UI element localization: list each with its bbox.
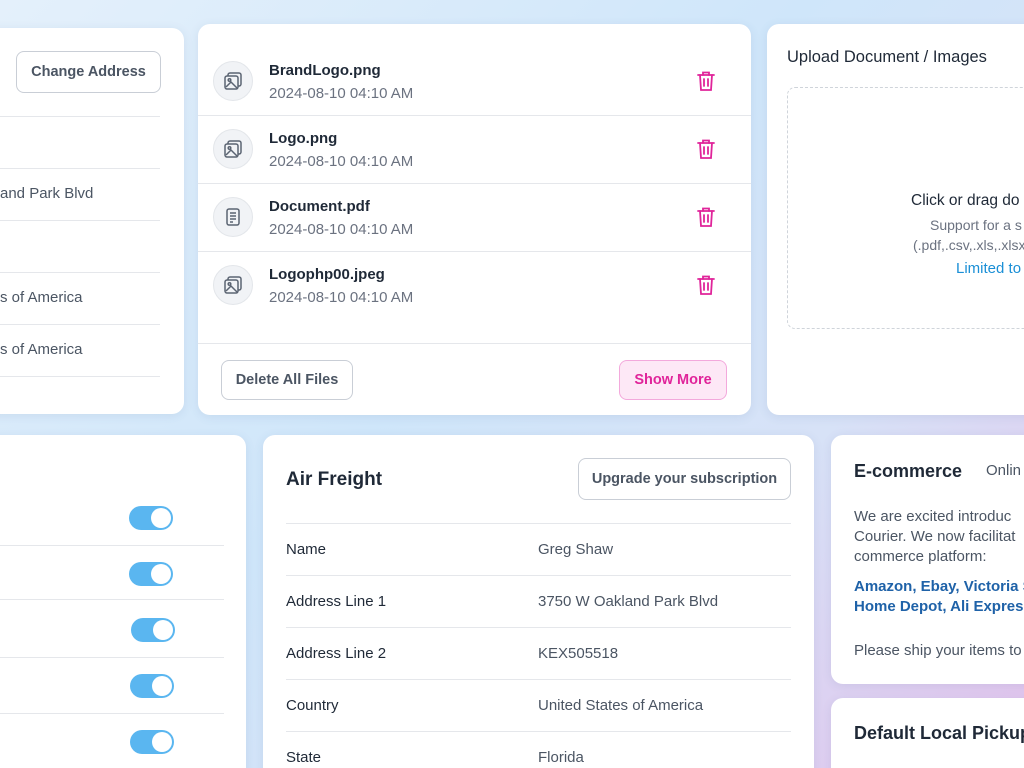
document-icon — [213, 197, 253, 237]
trash-icon[interactable] — [696, 70, 716, 92]
trash-icon[interactable] — [696, 138, 716, 160]
divider — [0, 599, 224, 600]
show-more-button[interactable]: Show More — [619, 360, 727, 400]
field-label-name: Name — [286, 541, 327, 558]
dropzone-limit-text: Limited to — [956, 260, 1022, 277]
toggle-switch[interactable] — [130, 730, 174, 754]
file-row: Logo.png 2024-08-10 04:10 AM — [198, 116, 751, 184]
upload-dropzone[interactable]: Click or drag do Support for a s (.pdf,.… — [787, 87, 1024, 329]
dropzone-title: Click or drag do — [911, 192, 1020, 209]
description-line: commerce platform: — [854, 548, 987, 565]
image-icon — [213, 265, 253, 305]
platforms-link[interactable]: Home Depot, Ali Express — [854, 598, 1024, 615]
upgrade-subscription-button[interactable]: Upgrade your subscription — [578, 458, 791, 500]
field-label-address-line-2: Address Line 2 — [286, 645, 387, 662]
divider — [0, 324, 160, 325]
trash-icon[interactable] — [696, 274, 716, 296]
divider — [286, 627, 791, 628]
dropzone-formats-text: (.pdf,.csv,.xls,.xlsx — [913, 237, 1024, 253]
toggle-switch[interactable] — [129, 506, 173, 530]
address-card: Change Address and Park Blvd s of Americ… — [0, 28, 184, 414]
field-value-address-line-1: 3750 W Oakland Park Blvd — [538, 593, 719, 610]
toggle-knob — [151, 508, 171, 528]
card-title: E-commerce — [854, 461, 963, 481]
toggle-knob — [151, 564, 171, 584]
divider — [0, 545, 224, 546]
trash-icon[interactable] — [696, 206, 716, 228]
address-row-value: and Park Blvd — [0, 185, 94, 202]
divider — [286, 523, 791, 524]
field-label-address-line-1: Address Line 1 — [286, 593, 387, 610]
toggle-switch[interactable] — [129, 562, 173, 586]
card-title: Default Local Pickup — [854, 723, 1024, 743]
file-row: Document.pdf 2024-08-10 04:10 AM — [198, 184, 751, 252]
divider — [286, 731, 791, 732]
divider — [0, 657, 224, 658]
divider — [286, 575, 791, 576]
settings-toggles-card — [0, 435, 246, 768]
divider — [286, 679, 791, 680]
air-freight-card: Air Freight Upgrade your subscription Na… — [263, 435, 814, 768]
divider — [0, 376, 160, 377]
platforms-link[interactable]: Amazon, Ebay, Victoria S — [854, 578, 1024, 595]
toggle-knob — [153, 620, 173, 640]
description-line: Please ship your items to — [854, 642, 1022, 659]
file-name: Document.pdf — [269, 198, 370, 215]
image-icon — [213, 61, 253, 101]
divider — [0, 220, 160, 221]
toggle-switch[interactable] — [131, 618, 175, 642]
local-pickup-card: Default Local Pickup — [831, 698, 1024, 768]
change-address-button[interactable]: Change Address — [16, 51, 161, 93]
field-label-country: Country — [286, 697, 339, 714]
file-date: 2024-08-10 04:10 AM — [269, 153, 414, 170]
card-tag: Onlin — [986, 462, 1022, 479]
field-value-state: Florida — [538, 749, 584, 766]
address-row-value: s of America — [0, 289, 83, 306]
divider — [0, 272, 160, 273]
files-card: BrandLogo.png 2024-08-10 04:10 AM Logo.p… — [198, 24, 751, 415]
divider — [198, 343, 751, 344]
file-name: BrandLogo.png — [269, 62, 381, 79]
divider — [0, 713, 224, 714]
file-row: Logophp00.jpeg 2024-08-10 04:10 AM — [198, 252, 751, 320]
upload-title: Upload Document / Images — [787, 48, 987, 66]
file-date: 2024-08-10 04:10 AM — [269, 221, 414, 238]
upload-card: Upload Document / Images Click or drag d… — [767, 24, 1024, 415]
dropzone-support-text: Support for a s — [930, 217, 1022, 233]
field-value-address-line-2: KEX505518 — [538, 645, 619, 662]
address-row-value: s of America — [0, 341, 83, 358]
file-date: 2024-08-10 04:10 AM — [269, 85, 414, 102]
file-row: BrandLogo.png 2024-08-10 04:10 AM — [198, 48, 751, 116]
image-icon — [213, 129, 253, 169]
delete-all-files-button[interactable]: Delete All Files — [221, 360, 353, 400]
divider — [0, 168, 160, 169]
file-name: Logo.png — [269, 130, 338, 147]
toggle-knob — [152, 676, 172, 696]
ecommerce-card: E-commerce Onlin We are excited introduc… — [831, 435, 1024, 684]
file-name: Logophp00.jpeg — [269, 266, 385, 283]
field-value-name: Greg Shaw — [538, 541, 614, 558]
file-date: 2024-08-10 04:10 AM — [269, 289, 414, 306]
description-line: Courier. We now facilitat — [854, 528, 1016, 545]
divider — [0, 116, 160, 117]
toggle-knob — [152, 732, 172, 752]
description-line: We are excited introduc — [854, 508, 1012, 525]
card-title: Air Freight — [286, 469, 383, 490]
field-value-country: United States of America — [538, 697, 704, 714]
toggle-switch[interactable] — [130, 674, 174, 698]
field-label-state: State — [286, 749, 322, 766]
